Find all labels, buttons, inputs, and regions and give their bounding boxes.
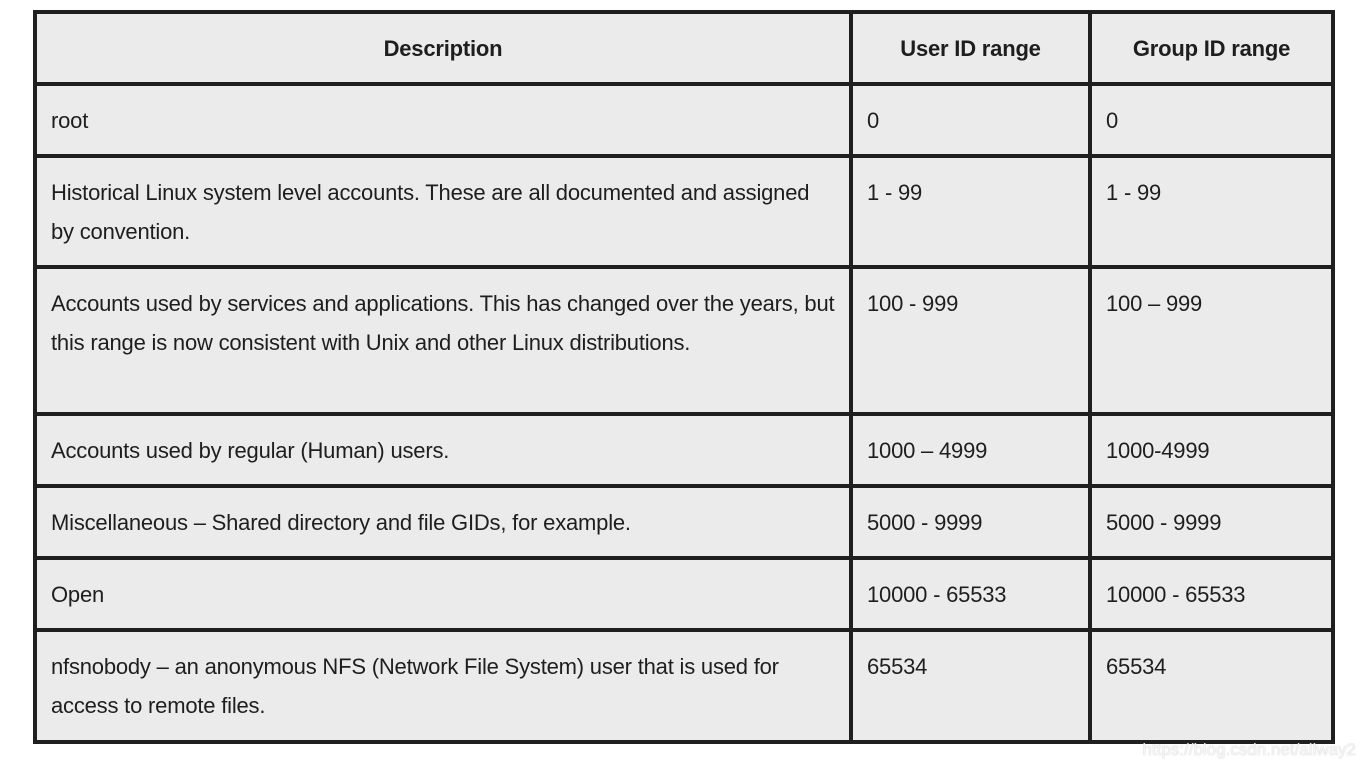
header-group-id-range: Group ID range [1088,10,1335,86]
gid-cell: 100 – 999 [1088,265,1335,416]
header-user-id-range: User ID range [849,10,1092,86]
gid-cell: 5000 - 9999 [1088,484,1335,560]
table-row: nfsnobody – an anonymous NFS (Network Fi… [33,628,1335,744]
gid-cell: 0 [1088,82,1335,158]
uid-cell: 0 [849,82,1092,158]
table-row: Accounts used by services and applicatio… [33,265,1335,416]
table-row: Miscellaneous – Shared directory and fil… [33,484,1335,560]
header-description: Description [33,10,853,86]
description-cell: Open [33,556,853,632]
description-cell: Accounts used by regular (Human) users. [33,412,853,488]
uid-cell: 1 - 99 [849,154,1092,269]
description-cell: Historical Linux system level accounts. … [33,154,853,269]
uid-cell: 10000 - 65533 [849,556,1092,632]
gid-cell: 1000-4999 [1088,412,1335,488]
header-row: Description User ID range Group ID range [33,10,1335,86]
table-row: Historical Linux system level accounts. … [33,154,1335,269]
gid-cell: 65534 [1088,628,1335,744]
description-cell: root [33,82,853,158]
description-cell: Miscellaneous – Shared directory and fil… [33,484,853,560]
uid-cell: 5000 - 9999 [849,484,1092,560]
uid-gid-range-table: Description User ID range Group ID range… [33,10,1335,744]
table-row: Accounts used by regular (Human) users. … [33,412,1335,488]
gid-cell: 10000 - 65533 [1088,556,1335,632]
table-row: Open 10000 - 65533 10000 - 65533 [33,556,1335,632]
watermark: https://blog.csdn.net/allway2 [1142,740,1356,759]
table-row: root 0 0 [33,82,1335,158]
uid-cell: 100 - 999 [849,265,1092,416]
description-cell: Accounts used by services and applicatio… [33,265,853,416]
uid-cell: 1000 – 4999 [849,412,1092,488]
gid-cell: 1 - 99 [1088,154,1335,269]
uid-cell: 65534 [849,628,1092,744]
description-cell: nfsnobody – an anonymous NFS (Network Fi… [33,628,853,744]
